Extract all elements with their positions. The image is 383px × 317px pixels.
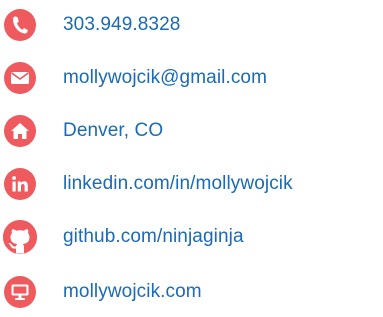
home-icon: [4, 115, 36, 147]
location: Denver, CO: [63, 120, 164, 141]
contact-item-website[interactable]: mollywojcik.com: [0, 272, 383, 312]
website-link[interactable]: mollywojcik.com: [63, 281, 202, 303]
contact-list: 303.949.8328 mollywojcik@gmail.com Denve…: [0, 0, 383, 317]
contact-item-linkedin[interactable]: linkedin.com/in/mollywojcik: [0, 164, 383, 204]
computer-icon: [4, 276, 36, 308]
contact-item-phone[interactable]: 303.949.8328: [0, 5, 383, 45]
linkedin-link[interactable]: linkedin.com/in/mollywojcik: [63, 173, 293, 195]
email-icon: [4, 62, 36, 94]
phone-icon: [4, 9, 36, 41]
contact-item-email[interactable]: mollywojcik@gmail.com: [0, 58, 383, 98]
github-link[interactable]: github.com/ninjaginja: [63, 226, 244, 248]
contact-item-github[interactable]: github.com/ninjaginja: [0, 217, 383, 257]
contact-item-location: Denver, CO: [0, 111, 383, 151]
github-icon: [3, 220, 37, 254]
phone-number[interactable]: 303.949.8328: [63, 14, 180, 36]
email-address[interactable]: mollywojcik@gmail.com: [63, 67, 267, 89]
linkedin-icon: [4, 168, 36, 200]
